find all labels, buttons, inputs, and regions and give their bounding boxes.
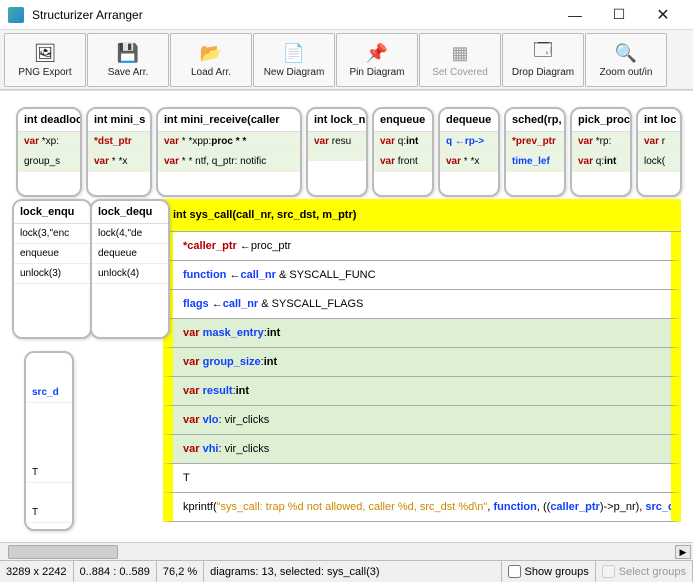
diagram-card[interactable]: int locvar rlock( [636, 107, 682, 197]
diagram-card[interactable]: lock_enqulock(3,"encenqueueunlock(3) [12, 199, 92, 339]
toolbar-png-export[interactable]: 🖼PNG Export [4, 33, 86, 87]
close-button[interactable]: ✕ [641, 1, 685, 29]
toolbar-drop-diagram[interactable]: 🗔Drop Diagram [502, 33, 584, 87]
save-arr--icon: 💾 [117, 42, 139, 64]
toolbar-save-arr-[interactable]: 💾Save Arr. [87, 33, 169, 87]
minimize-button[interactable]: — [553, 1, 597, 29]
diagram-card[interactable]: enqueuevar q:intvar front [372, 107, 434, 197]
toolbar-new-diagram[interactable]: 📄New Diagram [253, 33, 335, 87]
diagram-title: int sys_call(call_nr, src_dst, m_ptr) [163, 199, 681, 232]
toolbar-set-covered: ▦Set Covered [419, 33, 501, 87]
toolbar-zoom-out-in[interactable]: 🔍Zoom out/in [585, 33, 667, 87]
diagram-statement[interactable]: var result:int [163, 377, 681, 406]
status-viewport: 0..884 : 0..589 [74, 561, 157, 582]
diagram-card[interactable]: int mini_receive(callervar * *xpp:proc *… [156, 107, 302, 197]
status-zoom: 76,2 % [157, 561, 204, 582]
load-arr--icon: 📂 [200, 42, 222, 64]
diagram-statement[interactable]: var vhi: vir_clicks [163, 435, 681, 464]
scrollbar-right-arrow[interactable]: ▶ [675, 545, 691, 559]
show-groups-checkbox[interactable]: Show groups [502, 561, 596, 582]
diagram-canvas[interactable]: int locvar rlock(pick_procvar *rp:var q:… [0, 90, 693, 542]
maximize-button[interactable]: ☐ [597, 1, 641, 29]
diagram-statement[interactable]: T [163, 464, 681, 493]
toolbar-load-arr-[interactable]: 📂Load Arr. [170, 33, 252, 87]
new-diagram-icon: 📄 [283, 42, 305, 64]
diagram-card[interactable]: int lock_nvar resu [306, 107, 368, 197]
diagram-statement[interactable]: function ←call_nr & SYSCALL_FUNC [163, 261, 681, 290]
app-icon [8, 7, 24, 23]
diagram-card[interactable]: int mini_s*dst_ptrvar * *x [86, 107, 152, 197]
png-export-icon: 🖼 [34, 42, 56, 64]
status-bar: 3289 x 2242 0..884 : 0..589 76,2 % diagr… [0, 560, 693, 582]
set-covered-icon: ▦ [449, 42, 471, 64]
diagram-card[interactable]: int deadlocvar *xp:group_s [16, 107, 82, 197]
scrollbar-thumb[interactable] [8, 545, 118, 559]
diagram-card[interactable]: dequeueq ←rp->var * *x [438, 107, 500, 197]
diagram-sys-call[interactable]: int sys_call(call_nr, src_dst, m_ptr) *c… [163, 199, 681, 534]
horizontal-scrollbar[interactable]: ▶ [0, 542, 693, 560]
titlebar: Structurizer Arranger — ☐ ✕ [0, 0, 693, 30]
pin-diagram-icon: 📌 [366, 42, 388, 64]
diagram-statement[interactable]: var vlo: vir_clicks [163, 406, 681, 435]
diagram-statement[interactable]: var group_size:int [163, 348, 681, 377]
diagram-statement[interactable]: kprintf("sys_call: trap %d not allowed, … [163, 493, 681, 522]
diagram-statement[interactable]: var mask_entry:int [163, 319, 681, 348]
select-groups-checkbox: Select groups [596, 561, 693, 582]
toolbar: 🖼PNG Export💾Save Arr.📂Load Arr.📄New Diag… [0, 30, 693, 90]
zoom-out-in-icon: 🔍 [615, 42, 637, 64]
toolbar-pin-diagram[interactable]: 📌Pin Diagram [336, 33, 418, 87]
drop-diagram-icon: 🗔 [532, 42, 554, 64]
diagram-card[interactable]: sched(rp,*prev_ptrtime_lef [504, 107, 566, 197]
status-canvas-size: 3289 x 2242 [0, 561, 74, 582]
diagram-fragment[interactable]: src_dTT [24, 351, 74, 531]
status-info: diagrams: 13, selected: sys_call(3) [204, 561, 501, 582]
diagram-statement[interactable]: flags ←call_nr & SYSCALL_FLAGS [163, 290, 681, 319]
diagram-card[interactable]: lock_dequlock(4,"dedequeueunlock(4) [90, 199, 170, 339]
window-title: Structurizer Arranger [32, 8, 553, 22]
diagram-statement[interactable]: *caller_ptr ←proc_ptr [163, 232, 681, 261]
diagram-card[interactable]: pick_procvar *rp:var q:int [570, 107, 632, 197]
